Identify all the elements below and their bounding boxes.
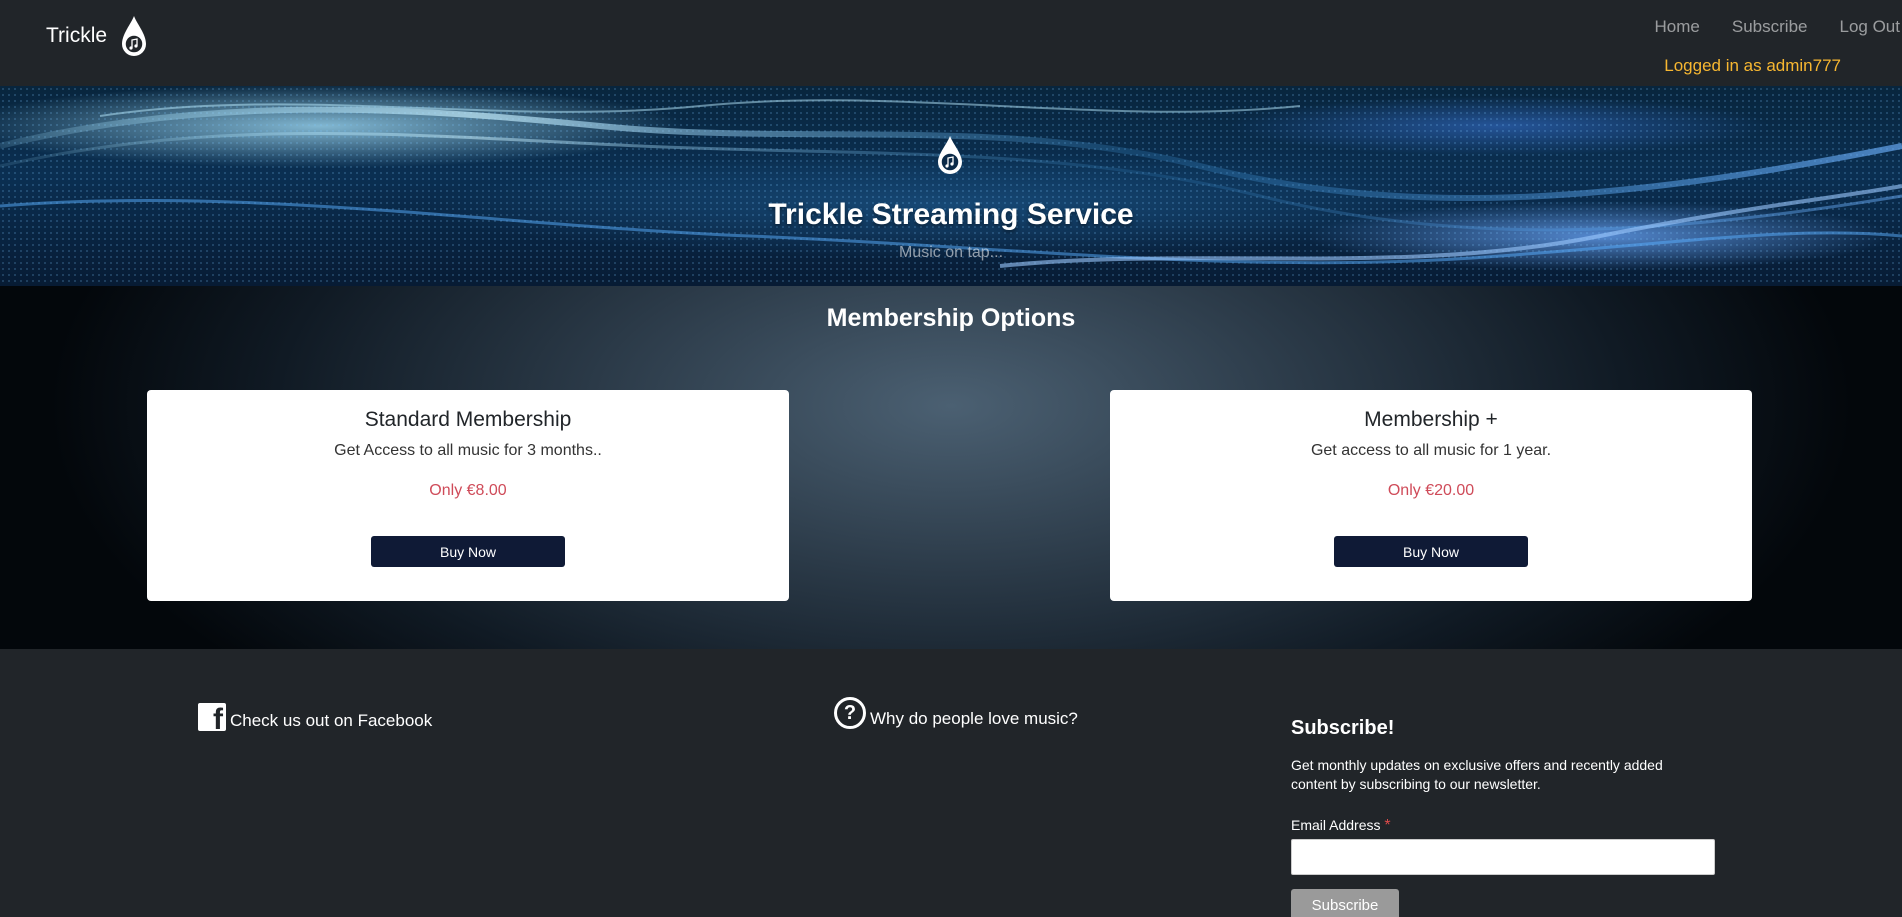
facebook-icon: f [198, 703, 226, 731]
nav-links: Home Subscribe Log Out [1623, 16, 1902, 38]
facebook-link[interactable]: f Check us out on Facebook [198, 703, 432, 731]
water-drop-logo-icon [122, 16, 147, 56]
hero-water-drop-icon [938, 136, 962, 174]
email-label-text: Email Address [1291, 817, 1381, 833]
hero-subtitle: Music on tap... [898, 244, 1004, 261]
subscribe-description: Get monthly updates on exclusive offers … [1291, 757, 1663, 792]
plan-description: Get access to all music for 1 year. [1310, 442, 1552, 459]
logged-in-status: Logged in as admin777 [1664, 56, 1841, 75]
email-field[interactable] [1291, 839, 1715, 875]
facebook-link-text: Check us out on Facebook [230, 711, 433, 730]
plan-price: Only €20.00 [1387, 482, 1475, 499]
email-label: Email Address * [1291, 817, 1715, 835]
nav-subscribe-link[interactable]: Subscribe [1700, 16, 1808, 38]
brand-link[interactable]: Trickle [46, 14, 149, 58]
why-music-text: Why do people love music? [870, 709, 1078, 728]
membership-section: Membership Options Standard Membership G… [0, 286, 1902, 649]
buy-standard-button[interactable]: Buy Now [371, 536, 565, 567]
plan-name: Standard Membership [364, 408, 572, 431]
membership-plus-card: Membership + Get access to all music for… [1110, 390, 1752, 601]
nav-home-link[interactable]: Home [1623, 16, 1700, 38]
plan-name: Membership + [1364, 408, 1498, 431]
newsletter-subscribe-form: Subscribe! Get monthly updates on exclus… [1291, 717, 1715, 917]
hero-banner: Trickle Streaming Service Music on tap..… [0, 86, 1902, 286]
plan-description: Get Access to all music for 3 months.. [334, 442, 602, 459]
subscribe-button[interactable]: Subscribe [1291, 889, 1399, 917]
brand-name: Trickle [46, 24, 108, 47]
standard-membership-card: Standard Membership Get Access to all mu… [147, 390, 789, 601]
why-music-link[interactable]: ? Why do people love music? [834, 697, 1078, 729]
nav-logout-link[interactable]: Log Out [1808, 16, 1902, 38]
hero-title: Trickle Streaming Service [768, 198, 1134, 231]
required-asterisk: * [1384, 817, 1391, 834]
buy-plus-button[interactable]: Buy Now [1334, 536, 1528, 567]
subscribe-title: Subscribe! [1291, 717, 1395, 739]
navbar: Trickle Home Subscribe Log Out Logged in… [0, 0, 1902, 86]
question-circle-icon: ? [834, 697, 866, 729]
plan-price: Only €8.00 [429, 482, 507, 499]
footer: f Check us out on Facebook ? Why do peop… [0, 649, 1902, 917]
membership-title: Membership Options [826, 304, 1076, 332]
